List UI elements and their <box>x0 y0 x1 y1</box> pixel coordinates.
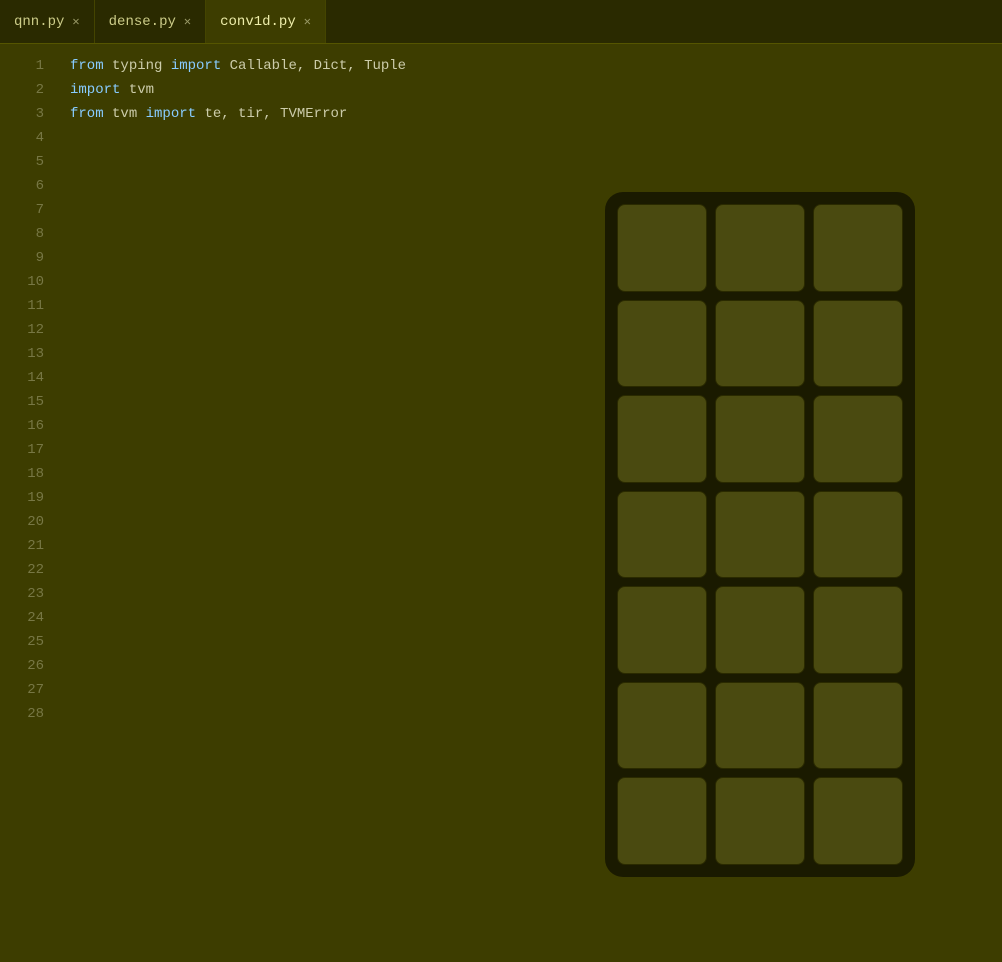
line-num-15: 15 <box>0 390 60 414</box>
tab-dense[interactable]: dense.py ✕ <box>95 0 206 43</box>
code-line-1: from typing import Callable, Dict, Tuple <box>70 54 1002 78</box>
code-line-3: from tvm import te, tir, TVMError <box>70 102 1002 126</box>
line-num-6: 6 <box>0 174 60 198</box>
line-num-19: 19 <box>0 486 60 510</box>
line-num-11: 11 <box>0 294 60 318</box>
grid-cell-4-1[interactable] <box>715 586 805 674</box>
grid-cell-1-1[interactable] <box>715 300 805 388</box>
code-line-5 <box>70 150 1002 174</box>
line-num-4: 4 <box>0 126 60 150</box>
grid-cell-3-2[interactable] <box>813 491 903 579</box>
line-num-9: 9 <box>0 246 60 270</box>
line-num-23: 23 <box>0 582 60 606</box>
code-line-4 <box>70 126 1002 150</box>
tab-qnn[interactable]: qnn.py ✕ <box>0 0 95 43</box>
grid-cell-0-0[interactable] <box>617 204 707 292</box>
line-num-8: 8 <box>0 222 60 246</box>
line-num-24: 24 <box>0 606 60 630</box>
line-num-27: 27 <box>0 678 60 702</box>
grid-cell-2-0[interactable] <box>617 395 707 483</box>
line-num-2: 2 <box>0 78 60 102</box>
grid-cell-6-2[interactable] <box>813 777 903 865</box>
grid-cell-2-2[interactable] <box>813 395 903 483</box>
grid-cell-0-1[interactable] <box>715 204 805 292</box>
tab-bar: qnn.py ✕ dense.py ✕ conv1d.py ✕ <box>0 0 1002 44</box>
line-num-25: 25 <box>0 630 60 654</box>
line-num-14: 14 <box>0 366 60 390</box>
line-num-18: 18 <box>0 462 60 486</box>
line-num-17: 17 <box>0 438 60 462</box>
line-num-20: 20 <box>0 510 60 534</box>
grid-cell-3-0[interactable] <box>617 491 707 579</box>
line-num-1: 1 <box>0 54 60 78</box>
tab-qnn-close[interactable]: ✕ <box>72 16 79 28</box>
grid-cell-1-0[interactable] <box>617 300 707 388</box>
line-num-10: 10 <box>0 270 60 294</box>
line-num-16: 16 <box>0 414 60 438</box>
line-num-12: 12 <box>0 318 60 342</box>
line-num-28: 28 <box>0 702 60 726</box>
grid-cell-6-1[interactable] <box>715 777 805 865</box>
grid-cell-2-1[interactable] <box>715 395 805 483</box>
line-num-22: 22 <box>0 558 60 582</box>
line-num-13: 13 <box>0 342 60 366</box>
grid-cell-6-0[interactable] <box>617 777 707 865</box>
grid-cell-5-2[interactable] <box>813 682 903 770</box>
grid-cell-5-1[interactable] <box>715 682 805 770</box>
grid-widget[interactable] <box>605 192 915 877</box>
grid-cell-1-2[interactable] <box>813 300 903 388</box>
grid-cell-3-1[interactable] <box>715 491 805 579</box>
grid-cell-4-2[interactable] <box>813 586 903 674</box>
tab-conv1d[interactable]: conv1d.py ✕ <box>206 0 326 43</box>
line-numbers: 1 2 3 4 5 6 7 8 9 10 11 12 13 14 15 16 1… <box>0 44 60 962</box>
grid-cell-4-0[interactable] <box>617 586 707 674</box>
editor-area: 1 2 3 4 5 6 7 8 9 10 11 12 13 14 15 16 1… <box>0 44 1002 962</box>
tab-conv1d-close[interactable]: ✕ <box>304 16 311 28</box>
line-num-21: 21 <box>0 534 60 558</box>
line-num-5: 5 <box>0 150 60 174</box>
tab-dense-close[interactable]: ✕ <box>184 16 191 28</box>
line-num-26: 26 <box>0 654 60 678</box>
code-line-2: import tvm <box>70 78 1002 102</box>
grid-cell-5-0[interactable] <box>617 682 707 770</box>
line-num-3: 3 <box>0 102 60 126</box>
tab-dense-label: dense.py <box>109 14 176 30</box>
tab-conv1d-label: conv1d.py <box>220 14 296 30</box>
grid-cell-0-2[interactable] <box>813 204 903 292</box>
tab-qnn-label: qnn.py <box>14 14 64 30</box>
line-num-7: 7 <box>0 198 60 222</box>
